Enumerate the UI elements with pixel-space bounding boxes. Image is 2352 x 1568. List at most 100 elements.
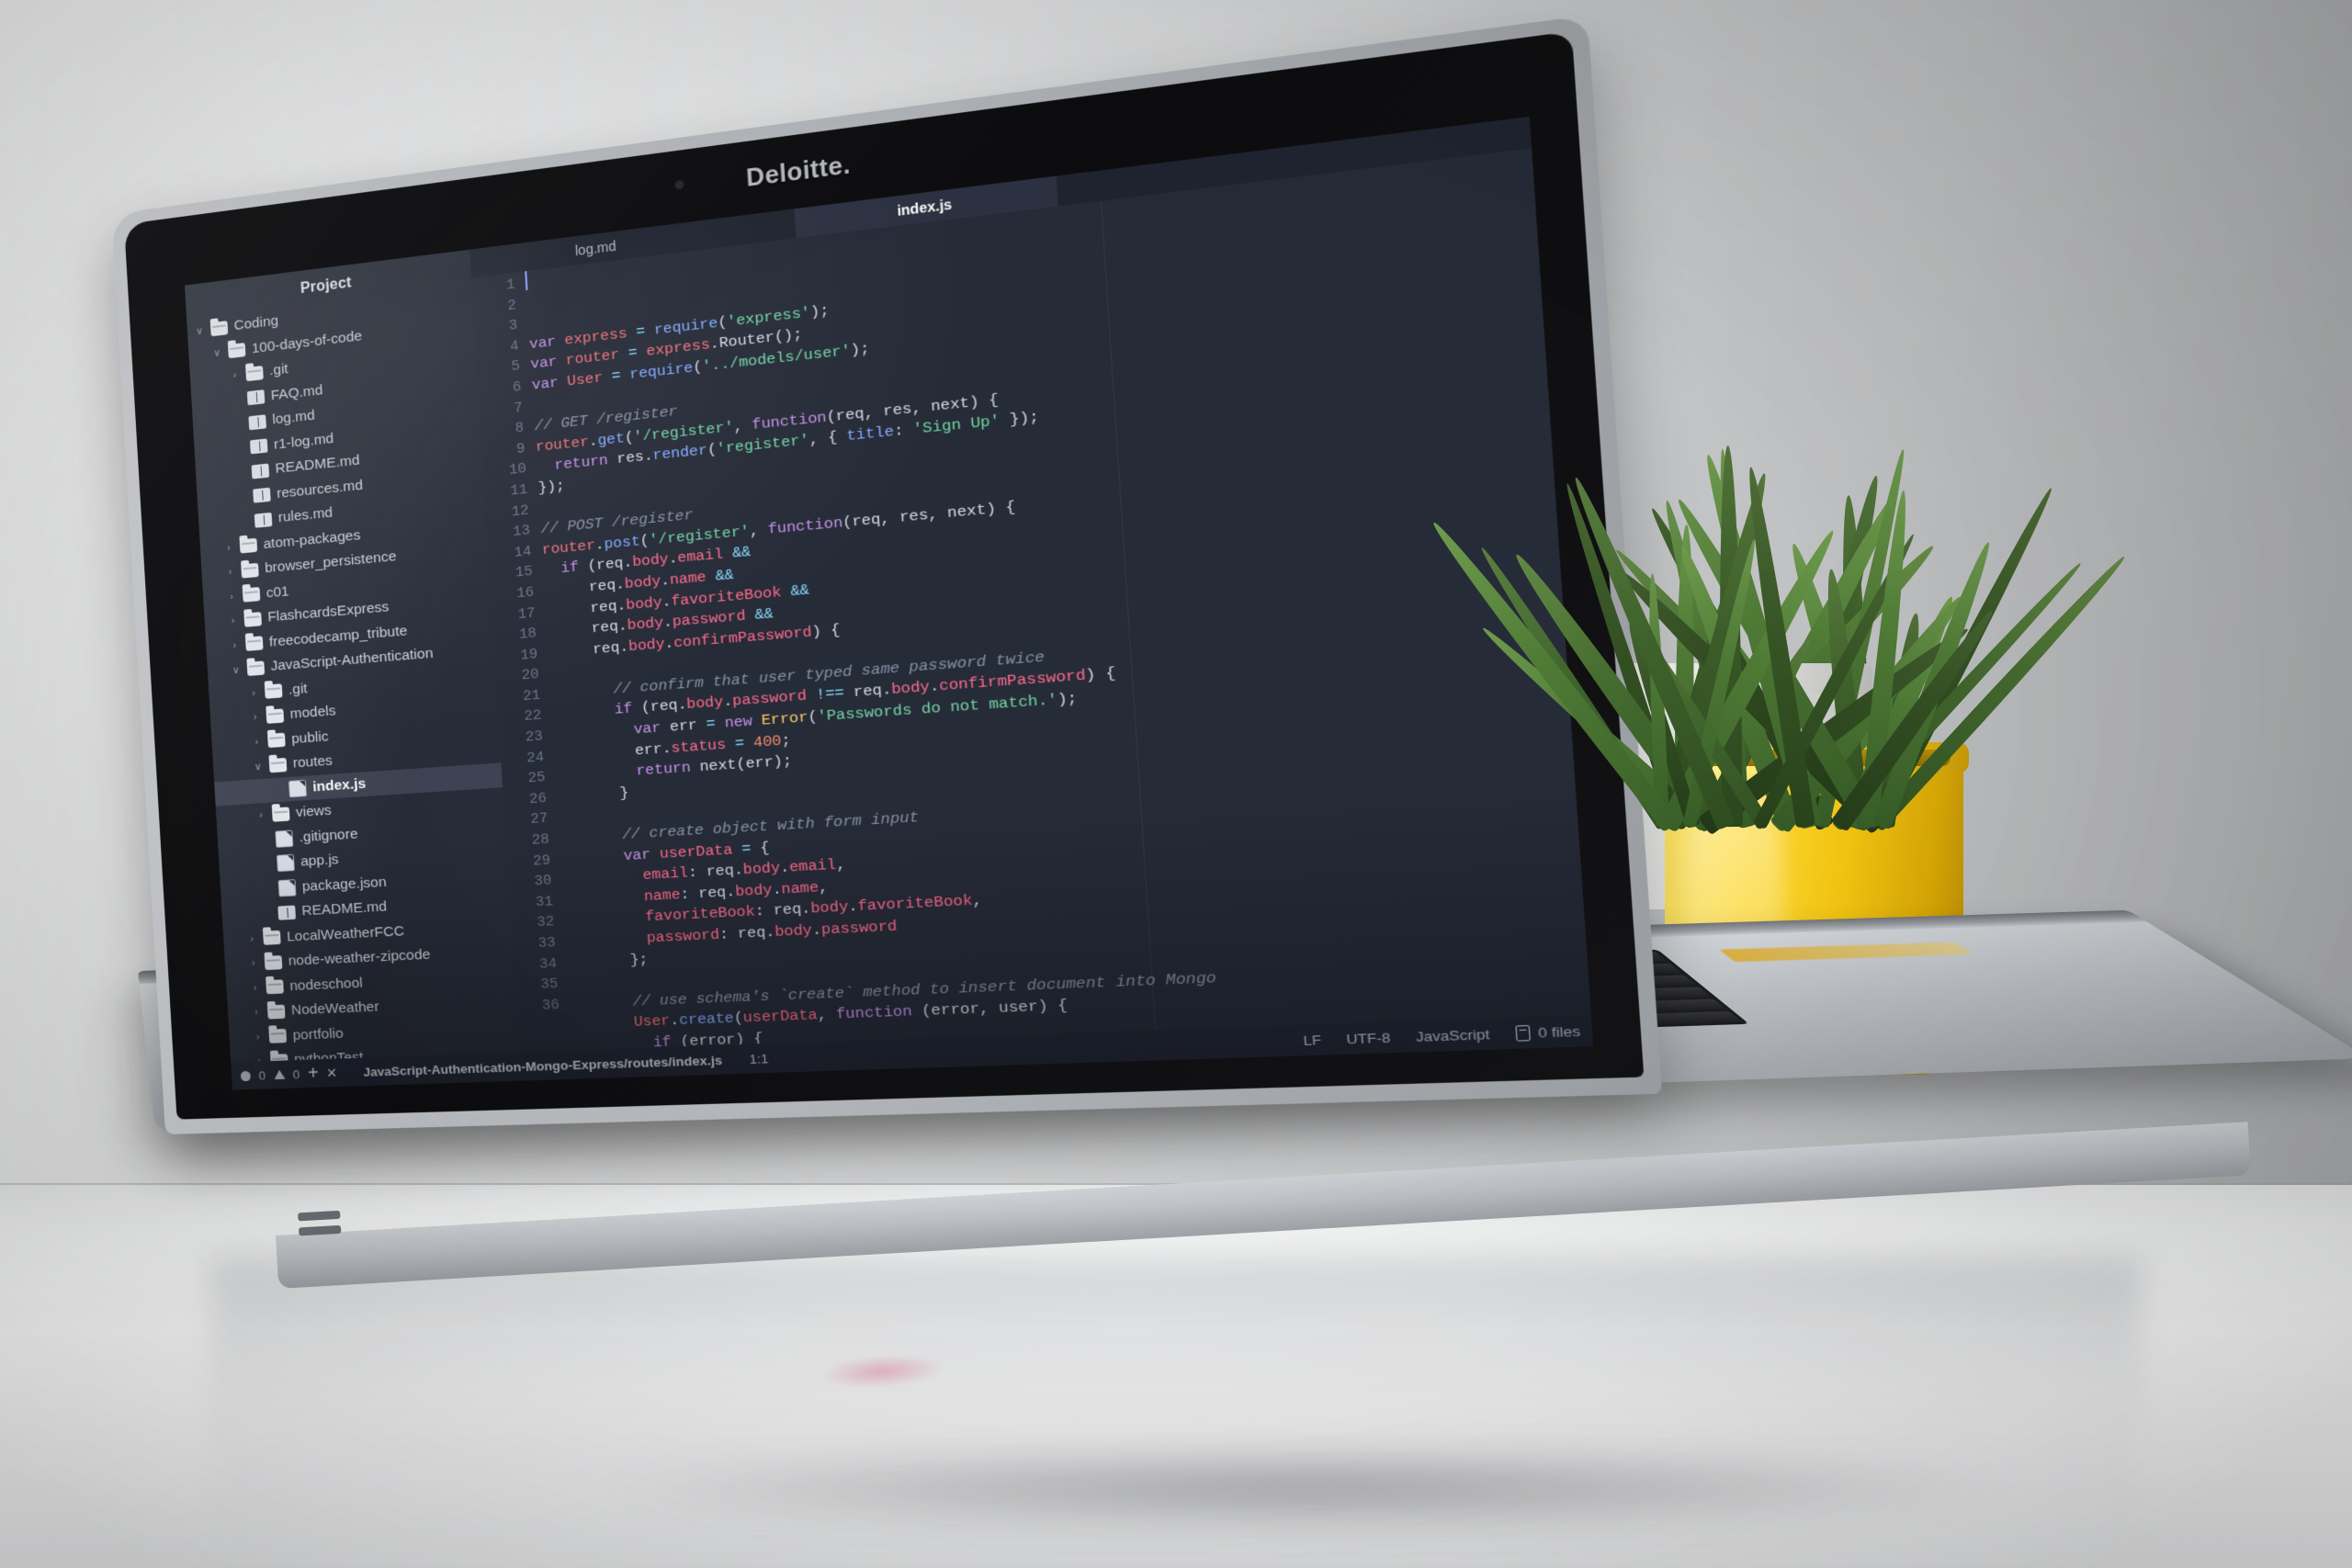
editor-body: Project ∨ Coding ∨ 100-days-of-code › .git FAQ… <box>185 117 1591 1063</box>
laptop-front-edge <box>276 1122 2251 1289</box>
language-label[interactable]: JavaScript <box>1415 1026 1489 1044</box>
tree-item-label: NodeWeather <box>291 999 380 1020</box>
line-number: 26 <box>503 788 547 811</box>
chevron-right-icon[interactable]: › <box>255 809 266 821</box>
line-ending-label[interactable]: LF <box>1303 1032 1322 1048</box>
chevron-right-icon[interactable]: › <box>248 687 259 699</box>
markdown-file-icon <box>248 414 266 430</box>
laptop-ports <box>298 1205 410 1248</box>
folder-icon <box>240 538 258 554</box>
photo-scene: Deloitte. Project ∨ Coding ∨ 100-days-of-co… <box>0 0 2352 1568</box>
screen: Project ∨ Coding ∨ 100-days-of-code › .git FAQ… <box>185 117 1593 1090</box>
encoding-label[interactable]: UTF-8 <box>1346 1030 1391 1047</box>
file-icon <box>288 780 307 797</box>
file-page-icon <box>1515 1024 1531 1041</box>
folder-icon <box>247 660 266 676</box>
line-number: 24 <box>500 747 544 771</box>
folder-icon <box>243 612 262 627</box>
folder-icon <box>267 1004 286 1019</box>
line-number: 30 <box>508 871 553 894</box>
markdown-file-icon <box>254 513 273 528</box>
line-number: 27 <box>504 809 548 832</box>
folder-icon <box>265 955 283 970</box>
chevron-right-icon[interactable]: › <box>228 615 238 627</box>
line-number: 35 <box>514 975 560 997</box>
tree-item-label: rules.md <box>277 505 333 527</box>
markdown-file-icon <box>252 463 270 479</box>
keyboard-glare <box>1719 942 1973 962</box>
chevron-right-icon[interactable]: › <box>230 369 240 381</box>
chevron-right-icon[interactable]: › <box>250 982 261 994</box>
line-number: 25 <box>502 768 546 791</box>
tree-item-label: models <box>289 703 336 723</box>
code-area[interactable]: 1 2 3 4 5 6 7 8 9 10 11 12 13 14 15 16 17 18 19 20 21 22 23 24 2… <box>471 148 1591 1052</box>
folder-icon <box>268 1029 287 1043</box>
folder-icon <box>243 587 261 603</box>
tree-item-label: portfolio <box>292 1025 344 1043</box>
markdown-file-icon <box>253 488 271 503</box>
chevron-down-icon[interactable]: ∨ <box>211 346 222 359</box>
tree-item-label: Coding <box>233 313 278 335</box>
tree-item-label: c01 <box>266 583 289 602</box>
chevron-right-icon[interactable]: › <box>226 591 236 603</box>
markdown-file-icon <box>277 905 296 919</box>
project-tree-panel[interactable]: Project ∨ Coding ∨ 100-days-of-code › .git FAQ… <box>185 250 519 1063</box>
close-icon[interactable]: × <box>326 1065 337 1082</box>
chevron-right-icon[interactable]: › <box>223 542 233 554</box>
laptop: Deloitte. Project ∨ Coding ∨ 100-days-of-co… <box>138 207 2306 1309</box>
line-number: 28 <box>505 829 549 852</box>
add-icon[interactable]: + <box>308 1064 320 1083</box>
tree-item-label: node-weather-zipcode <box>288 947 431 971</box>
project-tree-list[interactable]: ∨ Coding ∨ 100-days-of-code › .git FAQ.md log.m… <box>187 286 518 1063</box>
tree-item-label: .gitignore <box>299 826 358 846</box>
chevron-down-icon[interactable]: ∨ <box>231 663 242 676</box>
folder-icon <box>266 708 284 724</box>
chevron-right-icon[interactable]: › <box>225 566 235 578</box>
keyboard-key[interactable] <box>1645 1011 1741 1024</box>
chevron-down-icon[interactable]: ∨ <box>253 760 264 773</box>
chevron-right-icon[interactable]: › <box>251 1007 262 1019</box>
cursor-position-label[interactable]: 1:1 <box>749 1051 769 1066</box>
tree-item-label: package.json <box>301 874 387 895</box>
chevron-right-icon[interactable]: › <box>253 1032 264 1043</box>
warning-count: 0 <box>292 1066 300 1080</box>
code-pane: log.md index.js 1 2 3 4 5 6 7 8 9 10 11 12 13 14 15 16 17… <box>469 117 1591 1053</box>
chevron-right-icon[interactable]: › <box>250 712 261 724</box>
tree-item-label: index.js <box>312 775 367 795</box>
chevron-right-icon[interactable]: › <box>229 639 239 651</box>
error-dot-icon <box>241 1070 251 1080</box>
folder-icon <box>272 807 290 821</box>
laptop-brand-label: Deloitte. <box>745 152 852 194</box>
laptop-lid: Deloitte. Project ∨ Coding ∨ 100-days-of-co… <box>111 15 1662 1134</box>
chevron-right-icon[interactable]: › <box>246 933 257 945</box>
chevron-down-icon[interactable]: ∨ <box>194 324 204 337</box>
file-icon <box>277 854 295 872</box>
line-number: 32 <box>510 912 555 935</box>
laptop-shadow <box>303 1428 2306 1548</box>
line-number: 23 <box>499 727 543 750</box>
tree-item-label: .git <box>288 681 309 699</box>
folder-icon <box>266 980 284 995</box>
source-code[interactable]: var express = require('express'); var rou… <box>525 148 1591 1050</box>
warning-triangle-icon <box>274 1070 285 1080</box>
chevron-right-icon[interactable]: › <box>248 958 259 970</box>
code-editor-window: Project ∨ Coding ∨ 100-days-of-code › .git FAQ… <box>185 117 1593 1090</box>
webcam-icon <box>674 180 684 190</box>
status-bar-right: LF UTF-8 JavaScript 0 files <box>1303 1022 1581 1047</box>
git-files-status[interactable]: 0 files <box>1515 1022 1581 1041</box>
text-cursor <box>525 271 527 290</box>
folder-icon <box>263 931 281 945</box>
tree-item-label: r1-log.md <box>274 430 334 453</box>
git-files-label: 0 files <box>1537 1022 1580 1040</box>
markdown-file-icon <box>247 389 266 405</box>
tree-item-label: routes <box>292 753 333 773</box>
folder-icon <box>265 683 283 699</box>
file-icon <box>278 879 297 897</box>
chevron-right-icon[interactable]: › <box>251 736 262 748</box>
error-count: 0 <box>258 1068 266 1082</box>
tree-item-label: app.js <box>300 852 339 871</box>
tree-item-label: LocalWeatherFCC <box>287 923 405 946</box>
file-icon <box>275 829 293 847</box>
file-path-label: JavaScript-Authentication-Mongo-Express/… <box>363 1053 723 1079</box>
tree-item-label: FAQ.md <box>270 382 323 404</box>
